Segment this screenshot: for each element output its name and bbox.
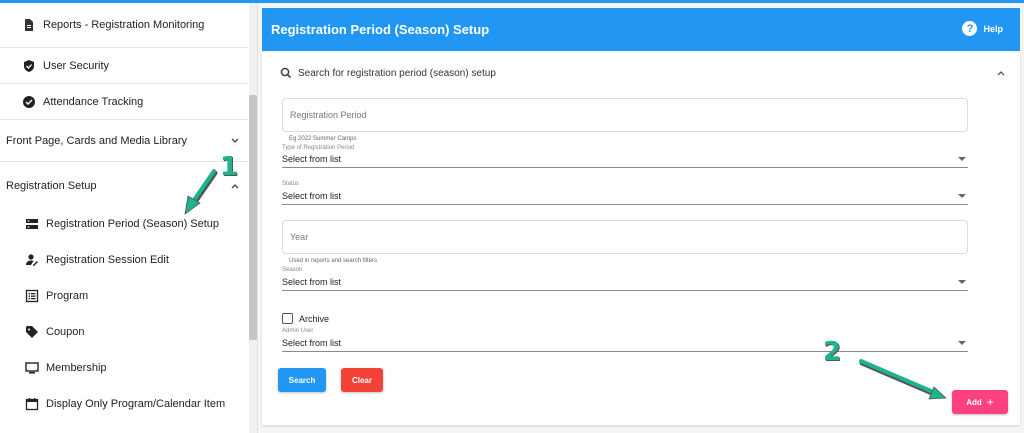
type-of-period-label: Type of Registration Period — [282, 145, 355, 151]
add-label: Add — [966, 397, 982, 407]
tag-icon — [25, 325, 39, 339]
registration-period-hint: Eg 2022 Summer Camps — [289, 136, 357, 142]
chevron-down-icon — [231, 138, 239, 143]
archive-label: Archive — [299, 313, 330, 324]
person-edit-icon — [25, 253, 39, 267]
admin-user-select[interactable]: Select from list — [282, 338, 968, 352]
season-select[interactable]: Select from list — [282, 277, 968, 291]
dropdown-caret-icon — [958, 194, 966, 198]
check-circle-icon — [22, 95, 36, 109]
sidebar-item-attendance-tracking[interactable]: Attendance Tracking — [0, 84, 248, 120]
sidebar-item-label: Reports - Registration Monitoring — [43, 19, 205, 31]
shield-icon — [22, 59, 36, 73]
dropdown-caret-icon — [958, 157, 966, 161]
list-icon — [25, 289, 39, 303]
add-button[interactable]: Add + — [952, 390, 1008, 414]
sidebar-item-display-only-program[interactable]: Display Only Program/Calendar Item — [0, 386, 248, 422]
sidebar-item-label: Registration Period (Season) Setup — [46, 218, 220, 230]
sidebar-item-label: Program — [46, 290, 89, 302]
chevron-up-icon — [231, 184, 239, 189]
type-of-period-select[interactable]: Select from list — [282, 154, 968, 168]
main-content: Registration Period (Season) Setup ? Hel… — [258, 3, 1024, 433]
sidebar-item-user-security[interactable]: User Security — [0, 48, 248, 84]
chevron-up-icon[interactable] — [996, 69, 1006, 77]
sidebar-group-label: Front Page, Cards and Media Library — [6, 134, 187, 147]
archive-checkbox-row[interactable]: Archive — [282, 313, 329, 324]
help-label: Help — [983, 23, 1003, 34]
sidebar-item-program[interactable]: Program — [0, 278, 248, 314]
status-label: Status — [282, 181, 300, 187]
dropdown-caret-icon — [958, 280, 966, 284]
search-icon — [280, 67, 292, 79]
sidebar: Reports - Registration Monitoring User S… — [0, 3, 258, 433]
sidebar-item-label: Coupon — [46, 326, 85, 338]
page-header: Registration Period (Season) Setup ? Hel… — [262, 8, 1020, 51]
sidebar-group-label: Registration Setup — [6, 180, 97, 192]
dropdown-caret-icon — [958, 341, 966, 345]
calendar-icon — [25, 397, 39, 411]
select-value: Select from list — [282, 338, 342, 348]
document-icon — [22, 18, 36, 32]
clear-button[interactable]: Clear — [341, 368, 383, 392]
sidebar-group-front-page[interactable]: Front Page, Cards and Media Library — [0, 120, 248, 162]
sidebar-item-membership[interactable]: Membership — [0, 350, 248, 386]
archive-checkbox[interactable] — [282, 313, 293, 324]
search-panel-title: Search for registration period (season) … — [298, 67, 496, 79]
year-input[interactable]: Year — [282, 220, 968, 254]
select-value: Select from list — [282, 191, 342, 201]
sidebar-item-coupon[interactable]: Coupon — [0, 314, 248, 350]
select-value: Select from list — [282, 277, 342, 287]
annotation-number-2: 2 — [823, 337, 842, 367]
search-button[interactable]: Search — [278, 368, 326, 392]
sidebar-item-label: User Security — [43, 59, 110, 72]
help-button[interactable]: ? Help — [962, 21, 1003, 36]
sidebar-item-label: Registration Session Edit — [46, 254, 169, 266]
status-select[interactable]: Select from list — [282, 191, 968, 205]
sidebar-group-registration-setup[interactable]: Registration Setup — [0, 166, 248, 206]
sidebar-item-label: Membership — [46, 362, 107, 374]
sidebar-item-label: Display Only Program/Calendar Item — [46, 398, 226, 410]
select-value: Select from list — [282, 154, 342, 164]
season-label: Season — [282, 267, 303, 273]
storage-icon — [25, 217, 39, 231]
sidebar-item-reports-registration-monitoring[interactable]: Reports - Registration Monitoring — [0, 3, 248, 48]
sidebar-scrollbar-thumb[interactable] — [249, 95, 257, 340]
sidebar-item-label: Attendance Tracking — [43, 95, 144, 108]
monitor-icon — [25, 361, 39, 375]
annotation-number-1: 1 — [220, 152, 239, 182]
plus-icon: + — [986, 395, 994, 409]
admin-user-label: Admin User — [282, 328, 314, 334]
sidebar-item-registration-session-edit[interactable]: Registration Session Edit — [0, 242, 248, 278]
search-panel-header[interactable]: Search for registration period (season) … — [280, 67, 496, 79]
search-card: Search for registration period (season) … — [262, 53, 1020, 425]
year-hint: Used in reports and search filters — [289, 258, 378, 264]
page-title: Registration Period (Season) Setup — [271, 22, 490, 37]
registration-period-input[interactable]: Registration Period — [282, 98, 968, 132]
sidebar-item-registration-period-setup[interactable]: Registration Period (Season) Setup — [0, 206, 248, 242]
help-icon: ? — [962, 21, 978, 36]
